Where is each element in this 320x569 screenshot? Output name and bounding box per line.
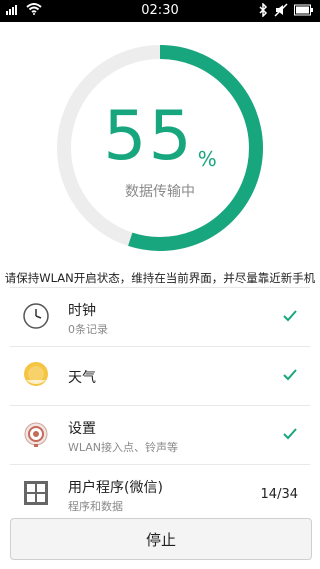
- clock-icon: [22, 302, 50, 330]
- progress-unit: %: [197, 147, 217, 171]
- battery-icon: [294, 4, 314, 20]
- list-item: 天气: [10, 347, 310, 406]
- transfer-list: 时钟 0条记录 天气 设置 WLAN接入点、铃声等 用户程序(微信) 程序和数据…: [0, 287, 320, 523]
- settings-icon: [22, 420, 50, 448]
- list-item: 时钟 0条记录: [10, 287, 310, 347]
- progress-percent: 55: [103, 97, 194, 176]
- list-item: 用户程序(微信) 程序和数据 14/34: [10, 465, 310, 523]
- weather-sun-icon: [22, 361, 50, 389]
- item-title: 时钟: [68, 303, 96, 319]
- check-icon: [282, 426, 298, 442]
- mute-icon: [274, 3, 288, 21]
- status-bar: 02:30: [0, 0, 320, 22]
- item-subtitle: WLAN接入点、铃声等: [68, 441, 179, 454]
- item-subtitle: 0条记录: [68, 323, 108, 336]
- wlan-notice: 请保持WLAN开启状态，维持在当前界面，并尽量靠近新手机: [4, 271, 316, 285]
- stop-button[interactable]: 停止: [10, 518, 312, 560]
- apps-grid-icon: [22, 479, 50, 507]
- item-title: 用户程序(微信): [68, 480, 163, 496]
- item-title: 天气: [68, 370, 96, 386]
- check-icon: [282, 367, 298, 383]
- list-item: 设置 WLAN接入点、铃声等: [10, 406, 310, 465]
- transfer-count: 14/34: [260, 487, 298, 502]
- item-subtitle: 程序和数据: [68, 500, 123, 513]
- bluetooth-icon: [258, 2, 268, 21]
- item-title: 设置: [68, 421, 96, 437]
- progress-status-label: 数据传输中: [125, 184, 195, 200]
- check-icon: [282, 308, 298, 324]
- transfer-progress-ring: 55 % 数据传输中: [55, 43, 265, 253]
